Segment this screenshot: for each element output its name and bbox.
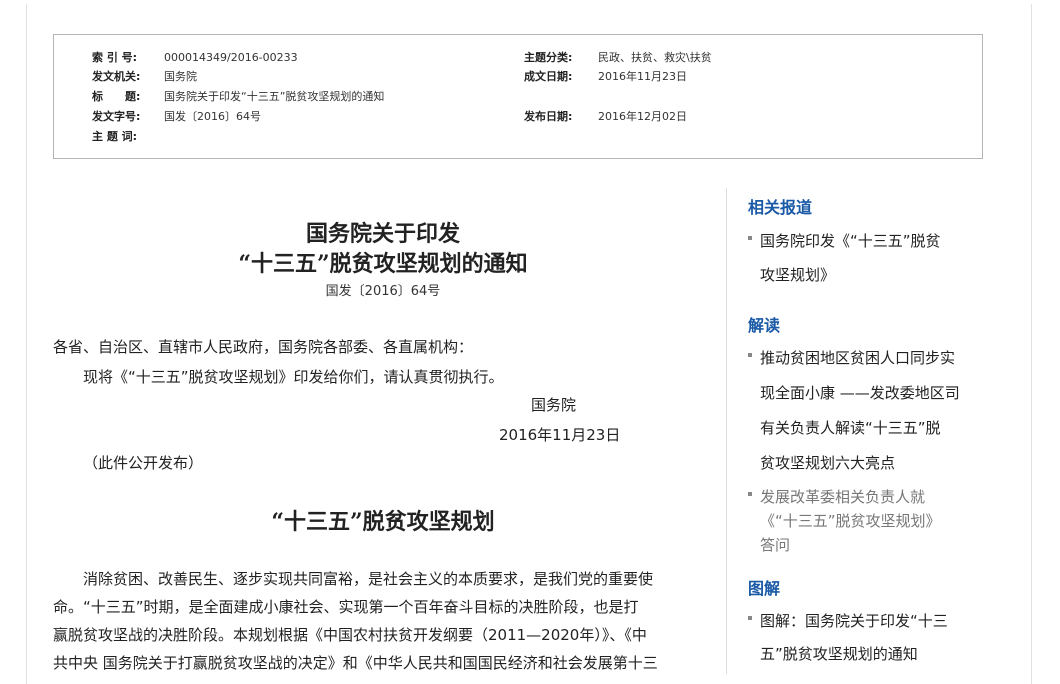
plan-title: “十三五”脱贫攻坚规划	[271, 509, 495, 535]
date-written-label: 成文日期:	[524, 70, 573, 83]
body-line: 赢脱贫攻坚战的决胜阶段。本规划根据《中国农村扶贫开发纲要（2011—2020年）…	[53, 626, 647, 644]
doc-number-value: 国发〔2016〕64号	[164, 110, 261, 123]
interpretation-heading: 解读	[748, 316, 781, 335]
publish-date-label: 发布日期:	[524, 110, 573, 123]
index-value: 000014349/2016-00233	[164, 51, 298, 64]
signer: 国务院	[531, 396, 577, 414]
body-line: 消除贫困、改善民生、逐步实现共同富裕，是社会主义的本质要求，是我们党的重要使	[53, 570, 654, 588]
index-label: 索 引 号:	[92, 51, 138, 64]
bullet-icon	[748, 353, 752, 357]
bullet-icon	[748, 236, 752, 240]
related-reports-heading: 相关报道	[748, 198, 813, 217]
link-text-line: 有关负责人解读“十三五”脱	[760, 419, 941, 437]
article-doc-number: 国发〔2016〕64号	[325, 284, 441, 299]
title-value: 国务院关于印发“十三五”脱贫攻坚规划的通知	[164, 90, 385, 103]
article-title-line1: 国务院关于印发	[305, 221, 460, 247]
theme-value: 民政、扶贫、救灾\扶贫	[598, 51, 712, 64]
issuer-value: 国务院	[164, 70, 197, 83]
link-text-line: 《“十三五”脱贫攻坚规划》	[760, 512, 941, 530]
link-text-line: 攻坚规划》	[760, 266, 836, 284]
document-metadata-box: 索 引 号: 000014349/2016-00233 主题分类: 民政、扶贫、…	[53, 34, 983, 159]
article-title-line2: “十三五”脱贫攻坚规划的通知	[238, 251, 528, 277]
theme-label: 主题分类:	[524, 51, 573, 64]
body-line: 命。“十三五”时期，是全面建成小康社会、实现第一个百年奋斗目标的决胜阶段，也是打	[53, 598, 639, 616]
link-text-line: 贫攻坚规划六大亮点	[760, 454, 896, 472]
sign-date: 2016年11月23日	[499, 426, 621, 444]
public-note: （此件公开发布）	[83, 454, 204, 472]
bullet-icon	[748, 492, 752, 496]
doc-number-label: 发文字号:	[92, 110, 141, 123]
salutation: 各省、自治区、直辖市人民政府，国务院各部委、各直属机构：	[53, 338, 474, 356]
link-text-line: 答问	[760, 536, 791, 554]
link-text-line: 发展改革委相关负责人就	[760, 488, 926, 506]
keywords-label: 主 题 词:	[92, 130, 138, 143]
graphic-heading: 图解	[748, 579, 781, 598]
title-label: 标 题:	[92, 90, 141, 103]
link-text-line: 推动贫困地区贫困人口同步实	[760, 349, 956, 367]
intro-paragraph: 现将《“十三五”脱贫攻坚规划》印发给你们，请认真贯彻执行。	[83, 368, 504, 386]
issuer-label: 发文机关:	[92, 70, 141, 83]
link-text-line: 五”脱贫攻坚规划的通知	[760, 645, 918, 663]
link-text-line: 图解：国务院关于印发“十三	[760, 612, 948, 630]
body-line: 共中央 国务院关于打赢脱贫攻坚战的决定》和《中华人民共和国国民经济和社会发展第十…	[53, 654, 658, 672]
column-divider	[726, 188, 727, 674]
link-text-line: 国务院印发《“十三五”脱贫	[760, 232, 941, 250]
bullet-icon	[748, 616, 752, 620]
date-written-value: 2016年11月23日	[598, 70, 687, 83]
link-text-line: 现全面小康 ——发改委地区司	[760, 384, 960, 402]
publish-date-value: 2016年12月02日	[598, 110, 687, 123]
